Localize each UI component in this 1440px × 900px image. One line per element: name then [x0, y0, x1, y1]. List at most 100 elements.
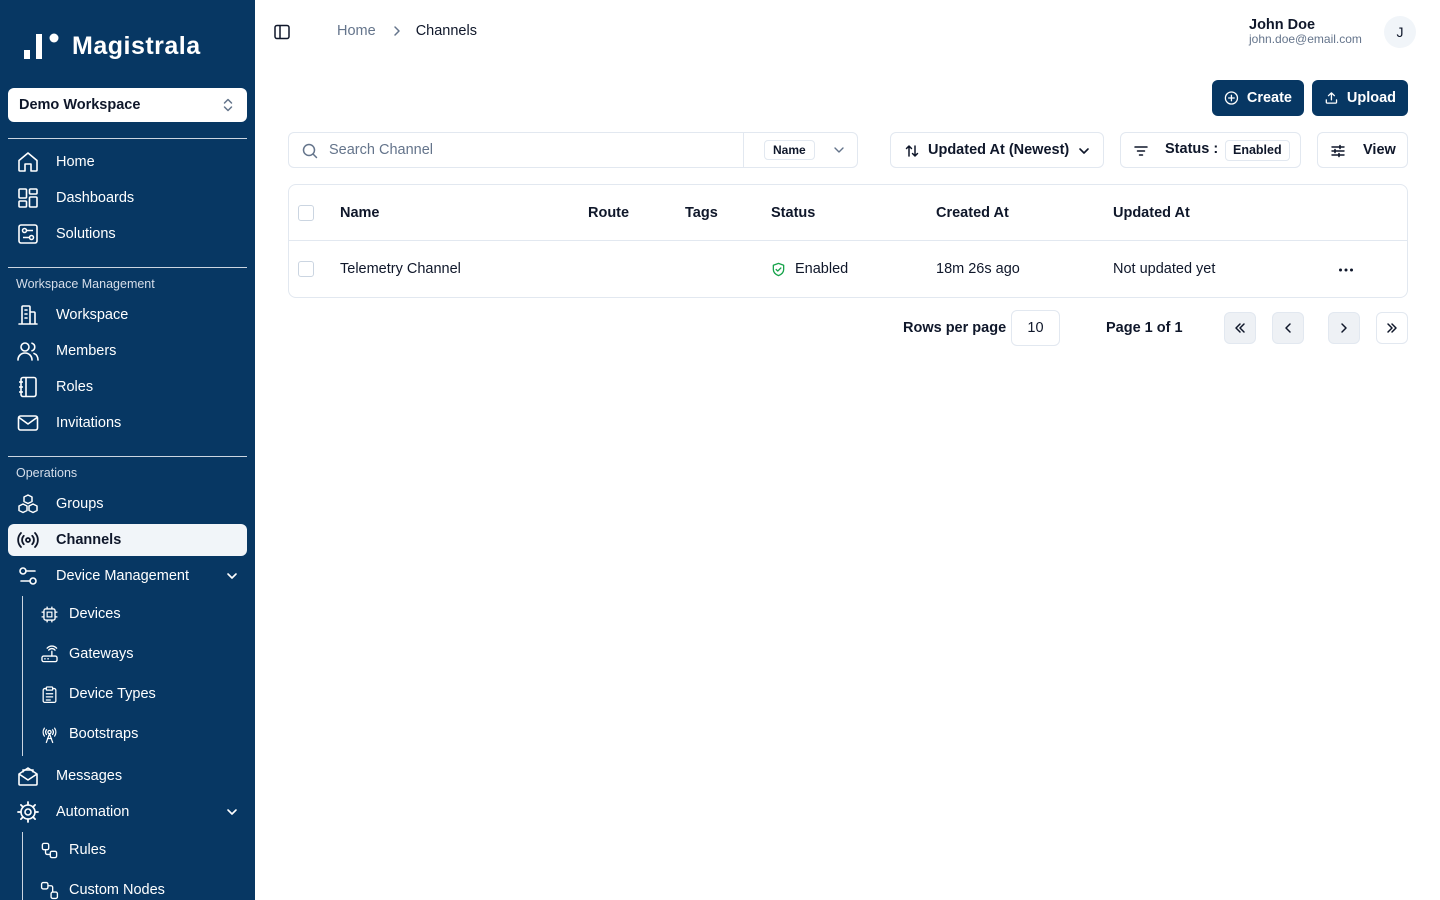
magistrala-logo-icon [24, 33, 59, 59]
sidebar-item-label: Invitations [56, 415, 122, 431]
workflow-icon [41, 842, 58, 859]
column-header-created-at[interactable]: Created At [936, 205, 1009, 221]
sort-select-label: Updated At (Newest) [928, 142, 1070, 158]
sidebar-item-invitations[interactable]: Invitations [8, 407, 247, 439]
create-button[interactable]: Create [1212, 80, 1304, 116]
column-header-name[interactable]: Name [340, 205, 380, 221]
solutions-icon [18, 224, 38, 244]
workspace-select[interactable]: Demo Workspace [8, 88, 247, 122]
mail-open-icon [18, 767, 38, 786]
status-text: Enabled [795, 261, 849, 277]
sidebar-divider [8, 138, 247, 139]
search-field-select[interactable]: Name [743, 133, 858, 167]
sidebar-item-channels[interactable]: Channels [8, 524, 247, 556]
sidebar-item-label: Members [56, 343, 117, 359]
chevron-down-icon [834, 147, 844, 153]
chevron-down-icon[interactable] [225, 805, 239, 819]
sidebar-subitem-label: Bootstraps [69, 726, 139, 742]
breadcrumb-home-link[interactable]: Home [337, 23, 376, 39]
column-header-tags[interactable]: Tags [685, 205, 718, 221]
sidebar-item-device-management[interactable]: Device Management [8, 560, 247, 592]
sidebar-subitem-label: Gateways [69, 646, 134, 662]
dashboard-icon [18, 188, 38, 208]
sidebar-item-members[interactable]: Members [8, 335, 247, 367]
sort-select[interactable]: Updated At (Newest) [890, 132, 1104, 168]
chevron-down-icon[interactable] [225, 569, 239, 583]
user-avatar[interactable]: J [1384, 16, 1416, 48]
home-icon [18, 152, 38, 172]
sidebar-item-label: Home [56, 154, 95, 170]
sidebar-subitem-bootstraps[interactable]: Bootstraps [32, 718, 247, 750]
sidebar-subitem-gateways[interactable]: Gateways [32, 638, 247, 670]
sidebar-subitem-device-types[interactable]: Device Types [32, 678, 247, 710]
chevrons-up-down-icon [223, 98, 233, 112]
sidebar-item-label: Messages [56, 768, 123, 784]
sidebar-subitem-label: Rules [69, 842, 107, 858]
radio-icon [17, 532, 39, 548]
sidebar-item-messages[interactable]: Messages [8, 760, 247, 792]
notebook-icon [19, 376, 37, 398]
sidebar-item-automation[interactable]: Automation [8, 796, 247, 828]
search-field-value: Name [764, 140, 815, 160]
sidebar-item-home[interactable]: Home [8, 146, 247, 178]
chevron-right-icon [393, 26, 400, 36]
sidebar-item-dashboards[interactable]: Dashboards [8, 182, 247, 214]
sidebar-item-label: Workspace [56, 307, 129, 323]
row-checkbox[interactable] [298, 261, 314, 277]
search-input[interactable] [329, 142, 729, 158]
arrow-up-down-icon [905, 145, 919, 157]
sidebar-item-solutions[interactable]: Solutions [8, 218, 247, 250]
table-header-row: Name Route Tags Status Created At Update… [289, 185, 1407, 241]
shield-check-icon [772, 262, 785, 276]
last-page-button[interactable] [1376, 312, 1408, 344]
antenna-icon [42, 727, 57, 744]
sidebar-subitem-rules[interactable]: Rules [32, 834, 247, 866]
workspace-select-value: Demo Workspace [19, 97, 141, 113]
sidebar-toggle-icon[interactable] [272, 22, 292, 42]
first-page-button[interactable] [1224, 312, 1256, 344]
rows-per-page-select[interactable]: 10 [1011, 310, 1060, 346]
view-options-button[interactable]: View [1317, 132, 1408, 168]
sidebar-item-groups[interactable]: Groups [8, 488, 247, 520]
nodes-icon [40, 881, 59, 900]
status-filter-label: Status : [1165, 141, 1219, 157]
sidebar-item-workspace[interactable]: Workspace [8, 299, 247, 331]
boxes-icon [18, 494, 38, 514]
users-icon [17, 342, 39, 361]
chevron-right-icon [1341, 323, 1347, 333]
row-actions-button[interactable] [1333, 260, 1359, 280]
column-header-status[interactable]: Status [771, 205, 815, 221]
sidebar-subitem-label: Devices [69, 606, 121, 622]
upload-button[interactable]: Upload [1312, 80, 1408, 116]
sidebar-divider [8, 456, 247, 457]
sidebar-item-roles[interactable]: Roles [8, 371, 247, 403]
column-header-updated-at[interactable]: Updated At [1113, 205, 1190, 221]
sidebar-subitem-custom-nodes[interactable]: Custom Nodes [32, 874, 247, 900]
next-page-button[interactable] [1328, 312, 1360, 344]
sidebar: Magistrala Demo Workspace Home Dashboard… [0, 0, 255, 900]
breadcrumb: Home Channels [337, 23, 477, 39]
sidebar-item-label: Solutions [56, 226, 116, 242]
sidebar-item-label: Dashboards [56, 190, 135, 206]
cell-created-at: 18m 26s ago [936, 261, 1020, 277]
create-button-label: Create [1246, 90, 1292, 106]
submenu-guide-line [22, 832, 23, 900]
status-filter-button[interactable]: Status : Enabled [1120, 132, 1301, 168]
brand-name: Magistrala [72, 31, 201, 60]
chevron-down-icon [1079, 148, 1089, 154]
column-header-route[interactable]: Route [588, 205, 629, 221]
user-email: john.doe@email.com [1249, 32, 1362, 46]
upload-button-label: Upload [1346, 90, 1396, 106]
filter-lines-icon [1134, 146, 1148, 156]
cell-name[interactable]: Telemetry Channel [340, 261, 461, 277]
section-title-operations: Operations [16, 466, 78, 480]
page-indicator: Page 1 of 1 [1106, 320, 1183, 336]
select-all-checkbox[interactable] [298, 205, 314, 221]
sidebar-subitem-devices[interactable]: Devices [32, 598, 247, 630]
previous-page-button[interactable] [1272, 312, 1304, 344]
table-row[interactable]: Telemetry Channel Enabled 18m 26s ago No… [289, 242, 1407, 297]
cog-icon [17, 801, 39, 823]
mail-icon [17, 415, 39, 431]
brand-logo[interactable]: Magistrala [24, 32, 201, 60]
plus-circle-icon [1224, 91, 1239, 105]
